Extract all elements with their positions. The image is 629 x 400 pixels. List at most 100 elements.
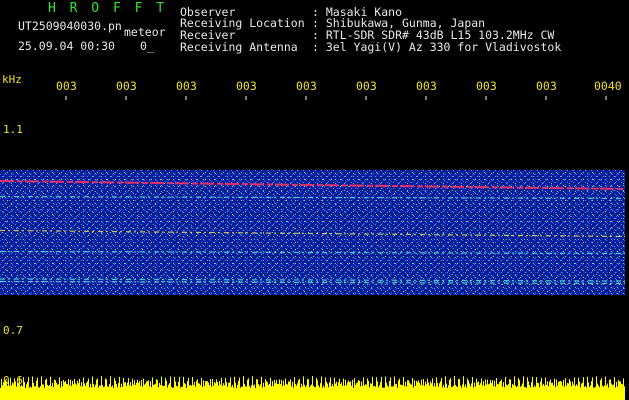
signal-bar	[515, 385, 516, 400]
signal-bar	[446, 383, 447, 400]
signal-bar	[318, 385, 319, 400]
signal-bar	[204, 385, 205, 400]
signal-bar	[201, 377, 202, 400]
signal-bar	[92, 376, 93, 400]
signal-bar	[42, 384, 43, 400]
signal-bar	[96, 379, 97, 400]
signal-bar	[362, 385, 363, 400]
signal-bar	[88, 378, 89, 400]
signal-bar	[468, 380, 469, 400]
signal-bar	[37, 377, 38, 400]
signal-bar	[345, 379, 346, 400]
signal-bar	[505, 376, 506, 400]
signal-bar	[431, 383, 432, 400]
signal-bar	[591, 381, 592, 400]
signal-bar	[175, 381, 176, 400]
spectrogram-plot	[0, 96, 626, 400]
signal-bar	[329, 382, 330, 400]
signal-bar	[142, 386, 143, 400]
signal-bar	[492, 380, 493, 400]
signal-bar	[126, 385, 127, 400]
signal-bar	[428, 382, 429, 400]
signal-bar	[550, 379, 551, 400]
signal-bar	[84, 383, 85, 400]
signal-bar	[298, 380, 299, 400]
echo-lines	[0, 180, 626, 285]
signal-bar	[68, 378, 69, 400]
signal-bar	[192, 377, 193, 400]
echo-line	[0, 195, 626, 200]
signal-bar	[162, 385, 163, 400]
signal-bar	[483, 381, 484, 400]
signal-bar	[312, 376, 313, 400]
signal-bar	[209, 385, 210, 400]
signal-bar	[439, 383, 440, 400]
signal-bar	[429, 385, 430, 400]
signal-bar	[417, 382, 418, 400]
signal-bar	[410, 383, 411, 400]
signal-bar	[263, 382, 264, 400]
signal-bar	[293, 387, 294, 400]
meteor-label: meteor	[124, 25, 166, 39]
signal-bar	[524, 386, 525, 400]
signal-bar	[277, 384, 278, 400]
signal-bar	[150, 381, 151, 400]
signal-bar	[433, 386, 434, 400]
signal-bar	[23, 377, 24, 400]
signal-bar	[172, 387, 173, 400]
signal-bar	[566, 385, 567, 400]
signal-bar	[530, 387, 531, 400]
signal-bar	[221, 377, 222, 400]
signal-bar	[593, 387, 594, 400]
signal-bar	[161, 376, 162, 400]
signal-bar	[178, 381, 179, 400]
noise-band	[0, 170, 625, 295]
signal-bar	[519, 380, 520, 400]
signal-bar	[399, 378, 400, 400]
signal-bar	[543, 383, 544, 400]
noise-band-base	[0, 170, 625, 295]
signal-bar	[244, 383, 245, 400]
signal-bar	[182, 386, 183, 400]
signal-bar	[418, 380, 419, 400]
signal-bar	[156, 379, 157, 400]
signal-bar	[319, 387, 320, 400]
signal-bar	[250, 387, 251, 400]
signal-bar	[101, 376, 102, 400]
signal-bar	[236, 387, 237, 400]
signal-bar	[302, 386, 303, 400]
signal-bar	[406, 386, 407, 400]
signal-bar	[394, 376, 395, 400]
signal-bar	[398, 380, 399, 400]
signal-bar	[193, 384, 194, 400]
signal-bar	[300, 387, 301, 400]
signal-bar	[284, 385, 285, 400]
signal-bar	[370, 383, 371, 400]
signal-bar	[465, 384, 466, 400]
signal-bar	[592, 377, 593, 400]
signal-bar	[614, 377, 615, 400]
signal-bar	[441, 377, 442, 400]
signal-bar	[616, 381, 617, 400]
signal-bar	[109, 384, 110, 400]
y-tick-0-9: 0.9	[3, 224, 23, 237]
signal-bar	[170, 376, 171, 400]
signal-bar	[371, 383, 372, 400]
signal-bar	[326, 381, 327, 400]
signal-bar	[82, 386, 83, 400]
signal-bar	[148, 380, 149, 400]
signal-bar	[121, 383, 122, 400]
signal-bar	[216, 379, 217, 400]
signal-bar	[200, 385, 201, 400]
signal-bar	[185, 383, 186, 400]
signal-bar	[513, 385, 514, 400]
signal-bar	[275, 383, 276, 400]
signal-bar	[462, 384, 463, 400]
datetime-label: 25.09.04 00:30	[18, 39, 115, 53]
signal-bar	[569, 379, 570, 400]
signal-bar	[225, 377, 226, 400]
signal-bar	[553, 385, 554, 400]
signal-bar	[387, 385, 388, 400]
signal-bar	[155, 383, 156, 400]
signal-bar	[258, 384, 259, 400]
